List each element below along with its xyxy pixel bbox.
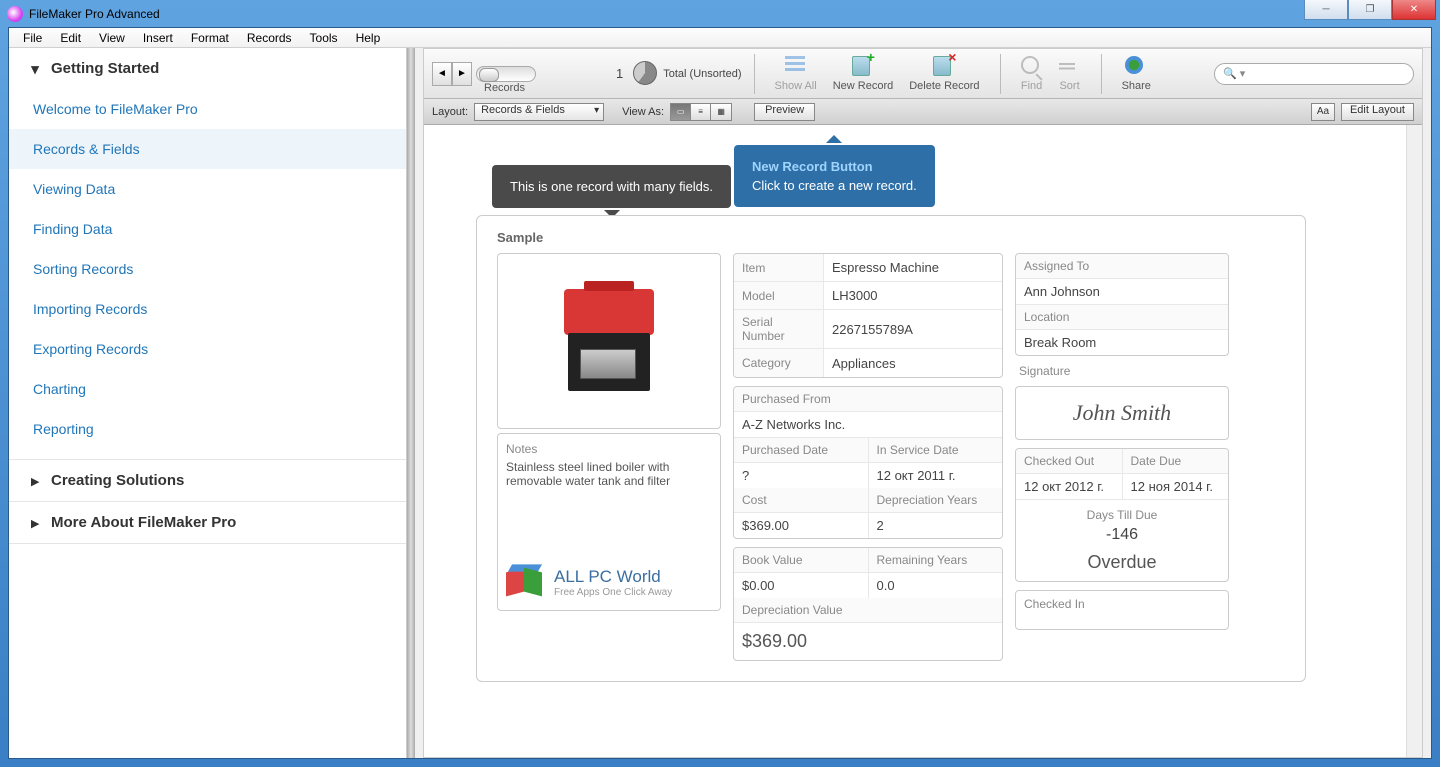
window-frame: FileMaker Pro Advanced ─ ❐ ✕ File Edit V… <box>0 0 1440 767</box>
due-status: Overdue <box>1024 552 1220 573</box>
divider[interactable] <box>407 48 415 758</box>
checked-out-field[interactable]: 12 окт 2012 г. <box>1016 474 1122 499</box>
date-due-field[interactable]: 12 ноя 2014 г. <box>1123 474 1229 499</box>
item-field[interactable]: Espresso Machine <box>824 255 1002 280</box>
record-slider[interactable] <box>476 66 536 82</box>
menu-insert[interactable]: Insert <box>135 29 181 47</box>
search-input[interactable]: 🔍 ▾ <box>1214 63 1414 85</box>
section-more-about[interactable]: ▸ More About FileMaker Pro <box>9 502 406 543</box>
close-button[interactable]: ✕ <box>1392 0 1436 20</box>
titlebar: FileMaker Pro Advanced <box>1 1 1439 27</box>
main-panel: ◄ ► Records 1 Total (Unsorted) <box>415 48 1431 758</box>
assigned-to-field[interactable]: Ann Johnson <box>1016 279 1228 304</box>
canvas: This is one record with many fields. New… <box>424 125 1406 757</box>
preview-button[interactable]: Preview <box>754 103 815 121</box>
delete-record-button[interactable]: Delete Record <box>901 56 987 92</box>
toolbar: ◄ ► Records 1 Total (Unsorted) <box>424 49 1422 99</box>
view-buttons: ▭ ≡ ▦ <box>670 103 732 121</box>
find-button[interactable]: Find <box>1013 56 1051 92</box>
menubar: File Edit View Insert Format Records Too… <box>9 28 1431 48</box>
signature-field[interactable]: John Smith <box>1015 386 1229 440</box>
depreciation-value-field[interactable]: $369.00 <box>734 623 1002 660</box>
total-label: Total (Unsorted) <box>663 68 741 80</box>
vertical-scrollbar[interactable] <box>1406 125 1422 757</box>
sidebar-item-finding[interactable]: Finding Data <box>9 209 406 249</box>
menu-edit[interactable]: Edit <box>52 29 89 47</box>
app-icon <box>7 6 23 22</box>
chevron-right-icon: ▸ <box>29 517 41 529</box>
purchased-from-field[interactable]: A-Z Networks Inc. <box>734 412 1002 437</box>
cost-field[interactable]: $369.00 <box>734 513 868 538</box>
next-record-button[interactable]: ► <box>452 62 472 86</box>
sidebar-item-welcome[interactable]: Welcome to FileMaker Pro <box>9 89 406 129</box>
sort-button[interactable]: Sort <box>1051 56 1089 92</box>
tooltip-record: This is one record with many fields. <box>492 165 731 208</box>
sidebar-item-reporting[interactable]: Reporting <box>9 409 406 449</box>
sidebar-item-sorting[interactable]: Sorting Records <box>9 249 406 289</box>
location-field[interactable]: Break Room <box>1016 330 1228 355</box>
checked-in-field[interactable]: Checked In <box>1015 590 1229 630</box>
view-form-button[interactable]: ▭ <box>671 104 691 120</box>
service-date-field[interactable]: 12 окт 2011 г. <box>869 463 1003 488</box>
prev-record-button[interactable]: ◄ <box>432 62 452 86</box>
edit-layout-button[interactable]: Edit Layout <box>1341 103 1414 121</box>
new-record-button[interactable]: New Record <box>825 56 902 92</box>
sidebar-item-viewing[interactable]: Viewing Data <box>9 169 406 209</box>
layout-select[interactable]: Records & Fields <box>474 103 604 121</box>
layout-bar: Layout: Records & Fields View As: ▭ ≡ ▦ … <box>424 99 1422 125</box>
section-getting-started[interactable]: ▾ Getting Started <box>9 48 406 89</box>
notes-field[interactable]: Notes Stainless steel lined boiler with … <box>497 433 721 611</box>
view-list-button[interactable]: ≡ <box>691 104 711 120</box>
window-title: FileMaker Pro Advanced <box>29 7 160 21</box>
menu-help[interactable]: Help <box>348 29 389 47</box>
serial-field[interactable]: 2267155789A <box>824 317 1002 342</box>
sidebar-item-exporting[interactable]: Exporting Records <box>9 329 406 369</box>
chevron-right-icon: ▸ <box>29 475 41 487</box>
record-heading: Sample <box>497 230 1285 245</box>
depreciation-years-field[interactable]: 2 <box>869 513 1003 538</box>
section-creating-solutions[interactable]: ▸ Creating Solutions <box>9 460 406 501</box>
days-till-due: -146 <box>1024 526 1220 544</box>
category-field[interactable]: Appliances <box>824 351 1002 376</box>
sidebar-item-charting[interactable]: Charting <box>9 369 406 409</box>
minimize-button[interactable]: ─ <box>1304 0 1348 20</box>
item-image[interactable] <box>497 253 721 429</box>
watermark: ALL PC WorldFree Apps One Click Away <box>506 562 712 602</box>
pie-icon <box>633 61 657 85</box>
show-all-button[interactable]: Show All <box>767 56 825 92</box>
sidebar: ▾ Getting Started Welcome to FileMaker P… <box>9 48 407 758</box>
menu-file[interactable]: File <box>15 29 50 47</box>
menu-records[interactable]: Records <box>239 29 300 47</box>
sidebar-item-records-fields[interactable]: Records & Fields <box>9 129 406 169</box>
remaining-years-field[interactable]: 0.0 <box>869 573 1003 598</box>
book-value-field[interactable]: $0.00 <box>734 573 868 598</box>
maximize-button[interactable]: ❐ <box>1348 0 1392 20</box>
record-count: 1 <box>616 66 623 81</box>
records-label: Records <box>484 82 525 94</box>
menu-format[interactable]: Format <box>183 29 237 47</box>
share-button[interactable]: Share <box>1114 56 1159 92</box>
record-card: Sample Notes Stainless steel lined boile… <box>476 215 1306 682</box>
chevron-down-icon: ▾ <box>29 63 41 75</box>
tooltip-new-record: New Record Button Click to create a new … <box>734 145 935 207</box>
layout-label: Layout: <box>432 106 468 118</box>
aa-button[interactable]: Aa <box>1311 103 1335 121</box>
menu-view[interactable]: View <box>91 29 133 47</box>
sidebar-item-importing[interactable]: Importing Records <box>9 289 406 329</box>
model-field[interactable]: LH3000 <box>824 283 1002 308</box>
menu-tools[interactable]: Tools <box>302 29 346 47</box>
view-table-button[interactable]: ▦ <box>711 104 731 120</box>
purchased-date-field[interactable]: ? <box>734 463 868 488</box>
viewas-label: View As: <box>622 106 664 118</box>
